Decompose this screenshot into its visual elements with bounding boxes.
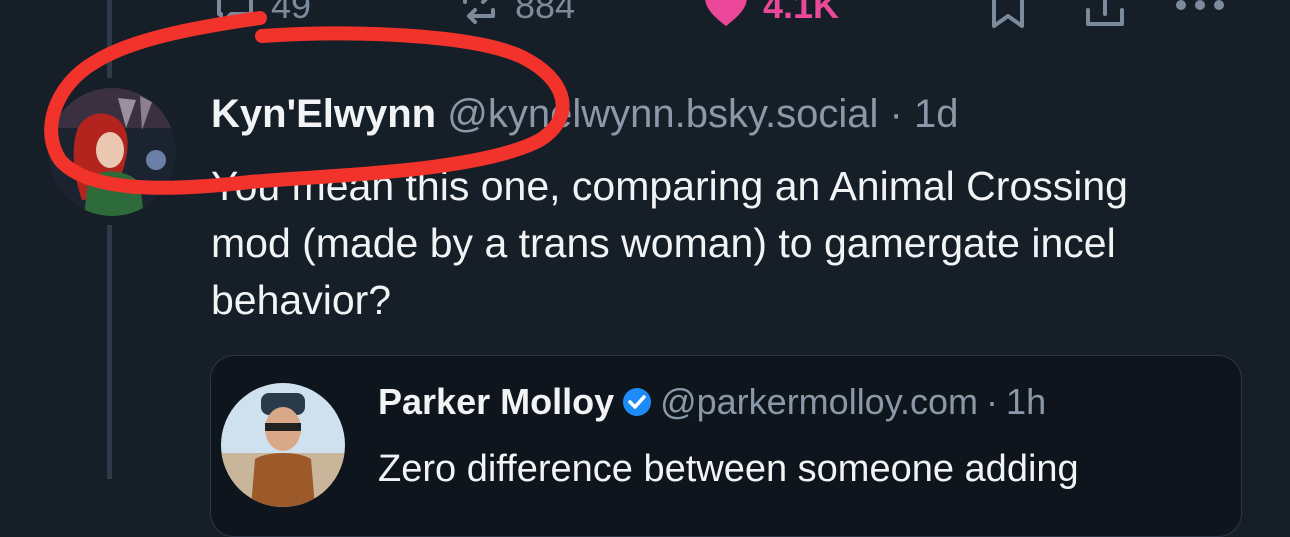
share-icon <box>1086 0 1124 26</box>
verified-badge-icon <box>623 388 652 416</box>
author-handle[interactable]: @kynelwynn.bsky.social <box>447 92 878 136</box>
share-button[interactable] <box>1084 0 1126 30</box>
quote-card[interactable]: Parker Molloy @parkermolloy.com · 1h Zer… <box>210 355 1242 537</box>
author-name[interactable]: Kyn'Elwynn <box>211 92 436 136</box>
post-text: You mean this one, comparing an Animal C… <box>211 163 1128 323</box>
like-count: 4.1K <box>763 0 840 26</box>
quote-avatar[interactable] <box>221 383 345 507</box>
reply-count: 49 <box>271 0 312 26</box>
avatar-illustration <box>48 88 176 216</box>
post-time[interactable]: 1d <box>914 92 959 136</box>
repost-count: 884 <box>515 0 576 26</box>
quote-avatar-photo <box>221 383 345 507</box>
bookmark-button[interactable] <box>990 0 1026 30</box>
quote-header: Parker Molloy @parkermolloy.com · 1h <box>378 381 1046 423</box>
avatar[interactable] <box>48 88 176 216</box>
quote-author-handle[interactable]: @parkermolloy.com <box>660 381 978 423</box>
quote-time[interactable]: 1h <box>1006 381 1046 423</box>
thread-line-bottom <box>107 225 112 479</box>
reply-button[interactable]: 49 <box>213 0 311 28</box>
more-dots-icon <box>1176 0 1224 10</box>
repost-icon <box>463 0 495 24</box>
bookmark-icon <box>992 0 1024 28</box>
quote-meta-separator: · <box>986 381 999 422</box>
heart-icon <box>705 0 747 26</box>
repost-button[interactable]: 884 <box>457 0 575 28</box>
thread-line-top <box>107 0 112 78</box>
more-options-button[interactable] <box>1175 0 1225 12</box>
reply-icon <box>217 0 253 26</box>
meta-separator: · <box>889 92 903 136</box>
like-button[interactable]: 4.1K <box>703 0 839 28</box>
quote-author-name[interactable]: Parker Molloy <box>378 381 614 423</box>
post-header: Kyn'Elwynn @kynelwynn.bsky.social · 1d <box>211 92 958 137</box>
quote-text: Zero difference between someone adding <box>378 448 1079 490</box>
